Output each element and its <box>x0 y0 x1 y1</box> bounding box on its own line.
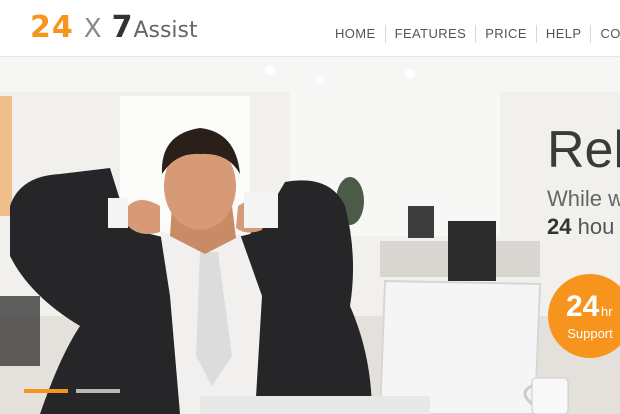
office-chair <box>448 221 496 281</box>
nav-item-features[interactable]: FEATURES <box>384 25 476 43</box>
slider-indicator-1[interactable] <box>24 389 68 393</box>
logo-text-7: 7 <box>111 10 133 45</box>
ceiling-light <box>316 76 324 84</box>
header-inner: 24 X 7 Assist HOME FEATURES PRICE HELP C… <box>0 0 620 56</box>
laptop-screen <box>378 279 542 414</box>
site-header: 24 X 7 Assist HOME FEATURES PRICE HELP C… <box>0 0 620 57</box>
nav-item-help[interactable]: HELP <box>535 25 591 43</box>
laptop-base <box>200 396 430 414</box>
shirt-cuff-left <box>108 198 128 228</box>
left-chair <box>0 296 40 366</box>
ceiling-light <box>265 65 275 75</box>
nav-item-contact[interactable]: CONTACT <box>590 25 620 43</box>
main-nav: HOME FEATURES PRICE HELP CONTACT <box>326 22 620 46</box>
hero-subline-2-rest: hou <box>571 214 615 239</box>
nav-item-price[interactable]: PRICE <box>475 25 536 43</box>
shirt-cuff-right <box>244 192 278 228</box>
hero-banner: Rel While w 24 hou 24 hr Support <box>0 56 620 414</box>
man-hand-left <box>128 200 160 234</box>
support-badge-unit: hr <box>601 304 613 319</box>
orange-wall-panel <box>0 96 12 216</box>
support-badge-label: Support <box>567 326 613 341</box>
site-logo[interactable]: 24 X 7 Assist <box>30 10 198 46</box>
hero-subline-1: While w <box>547 186 620 211</box>
coffee-cup <box>531 377 569 414</box>
nav-item-home[interactable]: HOME <box>326 25 385 43</box>
slider-indicator-2[interactable] <box>76 389 120 393</box>
ceiling-band <box>0 56 620 92</box>
hero-photo <box>0 56 620 414</box>
logo-text-assist: Assist <box>133 18 198 43</box>
ceiling-light <box>405 69 415 79</box>
hero-subline-2: 24 hou <box>547 214 614 240</box>
hero-subline-2-bold: 24 <box>547 214 572 239</box>
hero-heading: Rel <box>547 121 620 179</box>
logo-text-x: X <box>83 14 102 44</box>
logo-text-24: 24 <box>30 10 74 45</box>
support-badge-number: 24 <box>566 290 600 323</box>
office-monitor <box>408 206 434 238</box>
